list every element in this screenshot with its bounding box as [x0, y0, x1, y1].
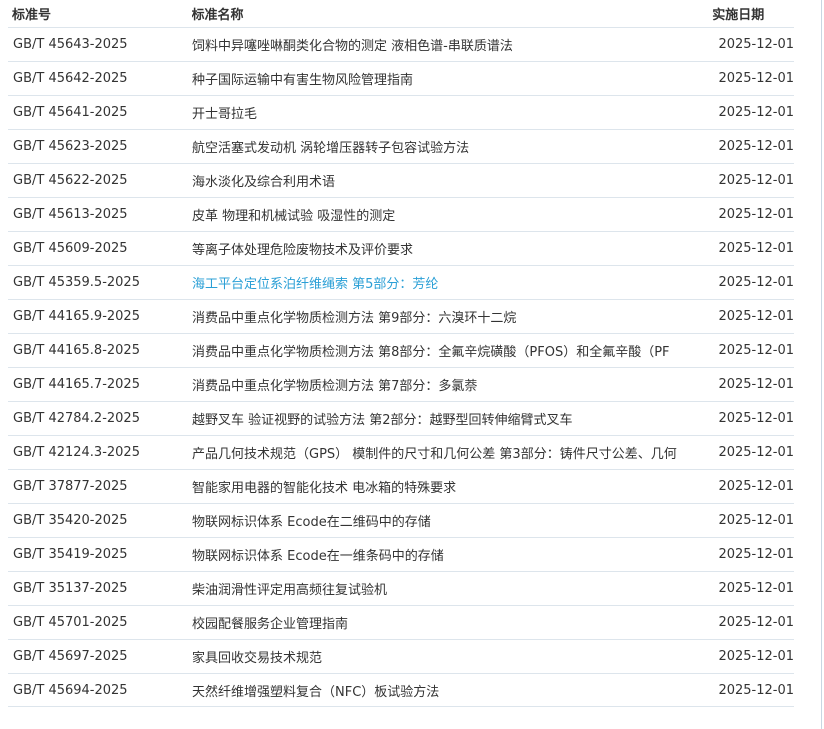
standard-name-link[interactable]: 消费品中重点化学物质检测方法 第9部分：六溴环十二烷 — [192, 307, 712, 326]
implementation-date: 2025-12-01 — [718, 682, 794, 698]
header-standard-name: 标准名称 — [191, 8, 244, 23]
standard-name-link[interactable]: 海工平台定位系泊纤维绳索 第5部分：芳纶 — [192, 273, 712, 292]
table-row: GB/T 45642-2025 种子国际运输中有害生物风险管理指南 2025-12-… — [8, 61, 794, 95]
standard-code: GB/T 45609-2025 — [13, 241, 128, 256]
standard-name-link[interactable]: 航空活塞式发动机 涡轮增压器转子包容试验方法 — [192, 137, 712, 156]
implementation-date: 2025-12-01 — [718, 105, 794, 120]
table-row: GB/T 45701-2025 校园配餐服务企业管理指南 2025-12-01 — [8, 605, 794, 639]
standards-table: 标准号 标准名称 实施日期 GB/T 45643-2025 饲料中异噻唑啉酮类化合… — [8, 0, 794, 707]
table-row: GB/T 45697-2025 家具回收交易技术规范 2025-12-01 — [8, 639, 794, 673]
standard-name-link[interactable]: 物联网标识体系 Ecode在二维码中的存储 — [192, 511, 712, 530]
implementation-date: 2025-12-01 — [718, 173, 794, 188]
implementation-date: 2025-12-01 — [718, 649, 794, 664]
implementation-date: 2025-12-01 — [718, 581, 794, 596]
standard-name-link[interactable]: 校园配餐服务企业管理指南 — [192, 613, 712, 632]
implementation-date: 2025-12-01 — [718, 513, 794, 528]
implementation-date: 2025-12-01 — [718, 71, 794, 86]
standard-code: GB/T 45643-2025 — [13, 37, 128, 52]
standard-code: GB/T 45641-2025 — [13, 105, 128, 120]
standard-code: GB/T 45697-2025 — [13, 649, 128, 664]
table-row: GB/T 44165.8-2025 消费品中重点化学物质检测方法 第8部分：全氟辛… — [8, 333, 794, 367]
table-row: GB/T 45609-2025 等离子体处理危险废物技术及评价要求 2025-12-… — [8, 231, 794, 265]
implementation-date: 2025-12-01 — [718, 411, 794, 426]
standard-code: GB/T 35420-2025 — [13, 513, 128, 528]
implementation-date: 2025-12-01 — [718, 309, 794, 324]
table-header: 标准号 标准名称 实施日期 — [8, 0, 794, 27]
standard-code: GB/T 35419-2025 — [13, 547, 128, 562]
standard-name-link[interactable]: 种子国际运输中有害生物风险管理指南 — [192, 69, 712, 88]
standard-code: GB/T 42124.3-2025 — [13, 445, 140, 460]
standard-code: GB/T 37877-2025 — [13, 479, 128, 494]
table-row: GB/T 42784.2-2025 越野叉车 验证视野的试验方法 第2部分：越野型… — [8, 401, 794, 435]
table-row: GB/T 35137-2025 柴油润滑性评定用高频往复试验机 2025-12-01 — [8, 571, 794, 605]
implementation-date: 2025-12-01 — [718, 139, 794, 154]
standard-name-link[interactable]: 消费品中重点化学物质检测方法 第7部分：多氯萘 — [192, 375, 712, 394]
table-row: GB/T 45623-2025 航空活塞式发动机 涡轮增压器转子包容试验方法 202… — [8, 129, 794, 163]
standard-name-link[interactable]: 物联网标识体系 Ecode在一维条码中的存储 — [192, 545, 712, 564]
standard-code: GB/T 42784.2-2025 — [13, 411, 140, 426]
standard-code: GB/T 44165.7-2025 — [13, 377, 140, 392]
standard-code: GB/T 45642-2025 — [13, 71, 128, 86]
implementation-date: 2025-12-01 — [718, 275, 794, 290]
table-row: GB/T 44165.7-2025 消费品中重点化学物质检测方法 第7部分：多氯萘… — [8, 367, 794, 401]
standard-name-link[interactable]: 天然纤维增强塑料复合（NFC）板试验方法 — [192, 681, 712, 700]
implementation-date: 2025-12-01 — [718, 207, 794, 222]
standard-name-link[interactable]: 家具回收交易技术规范 — [192, 647, 712, 666]
implementation-date: 2025-12-01 — [718, 343, 794, 358]
standard-code: GB/T 45613-2025 — [13, 207, 128, 222]
standard-code: GB/T 44165.9-2025 — [13, 309, 140, 324]
table-row: GB/T 45613-2025 皮革 物理和机械试验 吸湿性的测定 2025-12-… — [8, 197, 794, 231]
standard-code: GB/T 45701-2025 — [13, 615, 128, 630]
standard-code: GB/T 45359.5-2025 — [13, 275, 140, 290]
standard-name-link[interactable]: 消费品中重点化学物质检测方法 第8部分：全氟辛烷磺酸（PFOS）和全氟辛酸（PF — [192, 341, 712, 360]
implementation-date: 2025-12-01 — [718, 615, 794, 630]
implementation-date: 2025-12-01 — [718, 547, 794, 562]
header-standard-code: 标准号 — [12, 8, 52, 23]
standard-code: GB/T 35137-2025 — [13, 581, 128, 596]
standard-name-link[interactable]: 等离子体处理危险废物技术及评价要求 — [192, 239, 712, 258]
standard-name-link[interactable]: 智能家用电器的智能化技术 电冰箱的特殊要求 — [192, 477, 712, 496]
standard-name-link[interactable]: 饲料中异噻唑啉酮类化合物的测定 液相色谱-串联质谱法 — [192, 35, 712, 54]
table-row: GB/T 35419-2025 物联网标识体系 Ecode在一维条码中的存储 202… — [8, 537, 794, 571]
implementation-date: 2025-12-01 — [718, 479, 794, 494]
standard-name-link[interactable]: 皮革 物理和机械试验 吸湿性的测定 — [192, 205, 712, 224]
standard-code: GB/T 45623-2025 — [13, 139, 128, 154]
table-row: GB/T 45359.5-2025 海工平台定位系泊纤维绳索 第5部分：芳纶 202… — [8, 265, 794, 299]
standard-name-link[interactable]: 海水淡化及综合利用术语 — [192, 171, 712, 190]
table-row: GB/T 45622-2025 海水淡化及综合利用术语 2025-12-01 — [8, 163, 794, 197]
implementation-date: 2025-12-01 — [718, 37, 794, 52]
header-implementation-date: 实施日期 — [712, 8, 765, 23]
standard-code: GB/T 45694-2025 — [13, 682, 128, 698]
standard-code: GB/T 45622-2025 — [13, 173, 128, 188]
table-row: GB/T 45641-2025 开士哥拉毛 2025-12-01 — [8, 95, 794, 129]
table-row: GB/T 35420-2025 物联网标识体系 Ecode在二维码中的存储 2025… — [8, 503, 794, 537]
standard-name-link[interactable]: 开士哥拉毛 — [192, 103, 712, 122]
table-row: GB/T 45643-2025 饲料中异噻唑啉酮类化合物的测定 液相色谱-串联质谱… — [8, 27, 794, 61]
table-body: GB/T 45643-2025 饲料中异噻唑啉酮类化合物的测定 液相色谱-串联质谱… — [8, 27, 794, 707]
table-row: GB/T 45694-2025 天然纤维增强塑料复合（NFC）板试验方法 2025-… — [8, 673, 794, 707]
standard-name-link[interactable]: 产品几何技术规范（GPS） 模制件的尺寸和几何公差 第3部分：铸件尺寸公差、几何 — [192, 443, 712, 462]
standard-code: GB/T 44165.8-2025 — [13, 343, 140, 358]
table-row: GB/T 44165.9-2025 消费品中重点化学物质检测方法 第9部分：六溴环… — [8, 299, 794, 333]
implementation-date: 2025-12-01 — [718, 445, 794, 460]
standard-name-link[interactable]: 柴油润滑性评定用高频往复试验机 — [192, 579, 712, 598]
table-row: GB/T 37877-2025 智能家用电器的智能化技术 电冰箱的特殊要求 2025… — [8, 469, 794, 503]
table-row: GB/T 42124.3-2025 产品几何技术规范（GPS） 模制件的尺寸和几何… — [8, 435, 794, 469]
standard-name-link[interactable]: 越野叉车 验证视野的试验方法 第2部分：越野型回转伸缩臂式叉车 — [192, 409, 712, 428]
implementation-date: 2025-12-01 — [718, 377, 794, 392]
implementation-date: 2025-12-01 — [718, 241, 794, 256]
